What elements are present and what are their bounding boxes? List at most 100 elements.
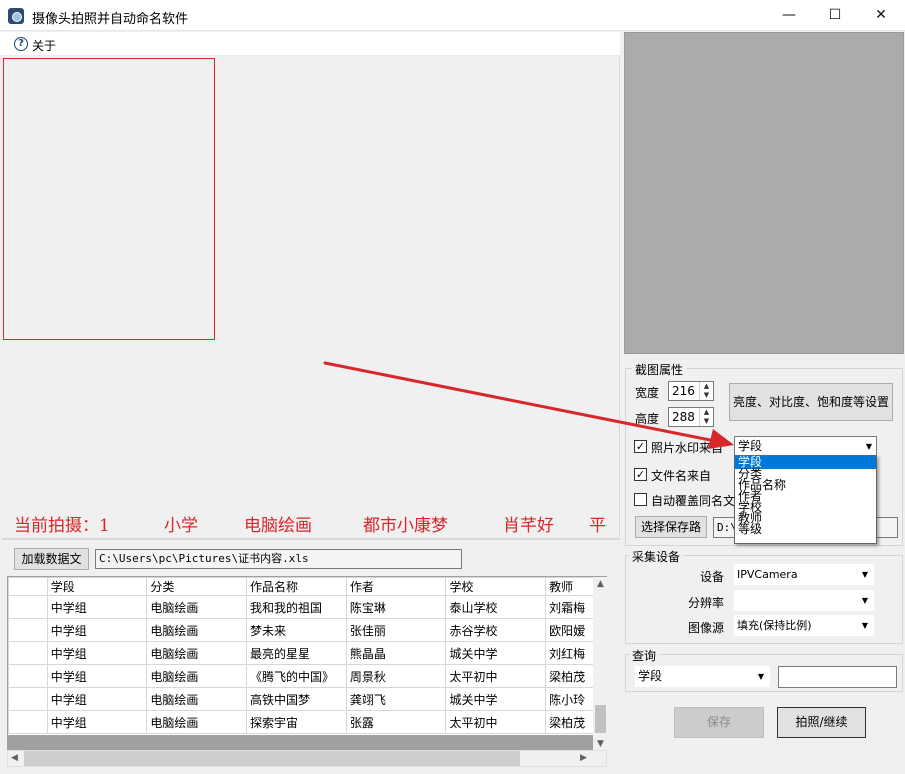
crop-selection-rect[interactable]: [3, 58, 215, 340]
column-header[interactable]: 分类: [146, 577, 247, 596]
scroll-right-arrow-icon[interactable]: ▶: [580, 753, 587, 763]
table-cell[interactable]: 最亮的星星: [245, 641, 347, 665]
table-cell[interactable]: 赤谷学校: [445, 618, 547, 642]
chevron-down-icon[interactable]: ▼: [862, 590, 868, 611]
table-cell[interactable]: 周景秋: [345, 664, 447, 688]
table-cell[interactable]: 陈宝琳: [345, 595, 447, 619]
row-header[interactable]: [8, 687, 48, 711]
chevron-down-icon[interactable]: ▼: [866, 437, 872, 456]
table-cell[interactable]: 我和我的祖国: [245, 595, 347, 619]
arrow-shaft: [323, 361, 717, 443]
table-cell[interactable]: 电脑绘画: [146, 595, 247, 619]
table-row[interactable]: 中学组 电脑绘画 最亮的星星 熊晶晶 城关中学 刘红梅: [8, 641, 606, 665]
image-source-select[interactable]: 填充(保持比例) ▼: [734, 615, 874, 636]
table-cell[interactable]: 太平初中: [445, 710, 547, 734]
watermark-source-dropdown[interactable]: 学段 分类 作品名称 作者 学校 教师 等级: [734, 455, 877, 544]
watermark-source-value: 学段: [738, 439, 763, 453]
table-cell[interactable]: 中学组: [46, 641, 148, 665]
query-text-input[interactable]: [778, 666, 897, 688]
watermark-source-select[interactable]: 学段 ▼: [734, 436, 877, 457]
filename-label: 文件名来自: [651, 469, 712, 483]
query-title: 查询: [629, 647, 660, 664]
load-data-button[interactable]: 加载数据文: [14, 548, 89, 570]
status-stage: 小学: [164, 516, 198, 535]
status-author: 肖芊好: [503, 516, 554, 535]
table-cell[interactable]: 《腾飞的中国》: [245, 664, 347, 688]
menu-about[interactable]: 关于: [32, 37, 56, 54]
device-select[interactable]: IPVCamera ▼: [734, 564, 874, 585]
table-cell[interactable]: 太平初中: [445, 664, 547, 688]
table-row[interactable]: 中学组 电脑绘画 我和我的祖国 陈宝琳 泰山学校 刘霜梅: [8, 595, 606, 619]
data-file-path-input[interactable]: C:\Users\pc\Pictures\证书内容.xls: [95, 549, 462, 569]
save-button[interactable]: 保存: [674, 707, 764, 738]
camera-app-icon: [8, 8, 24, 24]
horizontal-scroll-thumb[interactable]: [24, 751, 520, 766]
current-capture-status: 当前拍摄：1 小学 电脑绘画 都市小康梦 肖芊好 平: [14, 511, 620, 535]
chevron-down-icon[interactable]: ▼: [862, 615, 868, 636]
table-cell[interactable]: 城关中学: [445, 641, 547, 665]
choose-save-dir-button[interactable]: 选择保存路: [635, 516, 707, 538]
column-header[interactable]: 作品名称: [245, 577, 347, 596]
row-header[interactable]: [8, 595, 48, 619]
image-adjust-button[interactable]: 亮度、对比度、饱和度等设置: [729, 383, 893, 421]
scroll-down-arrow-icon[interactable]: ▼: [597, 739, 604, 749]
minimize-button[interactable]: —: [766, 0, 812, 31]
data-table: 学段 分类 作品名称 作者 学校 教师 中学组 电脑绘画 我和我的祖国 陈宝琳 …: [7, 576, 607, 752]
window-title: 摄像头拍照并自动命名软件: [32, 12, 189, 27]
maximize-button[interactable]: ☐: [812, 0, 858, 31]
shoot-continue-button[interactable]: 拍照/继续: [777, 707, 866, 738]
row-header-corner: [8, 577, 48, 596]
table-cell[interactable]: 熊晶晶: [345, 641, 447, 665]
table-cell[interactable]: 张露: [345, 710, 447, 734]
table-cell[interactable]: 中学组: [46, 710, 148, 734]
status-work-title: 都市小康梦: [363, 516, 448, 535]
overwrite-label: 自动覆盖同名文: [651, 494, 736, 508]
column-header[interactable]: 学段: [46, 577, 148, 596]
table-cell[interactable]: 电脑绘画: [146, 641, 247, 665]
table-cell[interactable]: 张佳丽: [345, 618, 447, 642]
table-cell[interactable]: 电脑绘画: [146, 618, 247, 642]
table-cell[interactable]: 梦未来: [245, 618, 347, 642]
filename-checkbox[interactable]: ✓: [634, 468, 647, 481]
table-cell[interactable]: 电脑绘画: [146, 687, 247, 711]
query-field-select[interactable]: 学段 ▼: [635, 666, 770, 687]
chevron-down-icon[interactable]: ▼: [862, 564, 868, 585]
table-cell[interactable]: 电脑绘画: [146, 710, 247, 734]
help-icon[interactable]: ?: [14, 37, 28, 51]
table-row[interactable]: 中学组 电脑绘画 高铁中国梦 龚翊飞 城关中学 陈小玲: [8, 687, 606, 711]
table-row[interactable]: 中学组 电脑绘画 《腾飞的中国》 周景秋 太平初中 梁柏茂: [8, 664, 606, 688]
device-label: 设备: [700, 570, 725, 584]
capture-device-title: 采集设备: [629, 548, 684, 565]
table-cell[interactable]: 电脑绘画: [146, 664, 247, 688]
status-school: 平: [589, 516, 606, 535]
table-cell[interactable]: 中学组: [46, 595, 148, 619]
splitter[interactable]: [2, 538, 620, 540]
dropdown-option[interactable]: 等级: [735, 523, 876, 535]
row-header[interactable]: [8, 664, 48, 688]
table-cell[interactable]: 高铁中国梦: [245, 687, 347, 711]
table-row[interactable]: 中学组 电脑绘画 梦未来 张佳丽 赤谷学校 欧阳嫒: [8, 618, 606, 642]
close-button[interactable]: ✕: [858, 0, 904, 31]
scroll-left-arrow-icon[interactable]: ◀: [11, 753, 18, 763]
table-row[interactable]: 中学组 电脑绘画 探索宇宙 张露 太平初中 梁柏茂: [8, 710, 606, 734]
row-header[interactable]: [8, 618, 48, 642]
table-cell[interactable]: 中学组: [46, 618, 148, 642]
arrow-head: [708, 429, 734, 449]
overwrite-checkbox[interactable]: [634, 493, 647, 506]
column-header[interactable]: 作者: [345, 577, 447, 596]
table-cell[interactable]: 探索宇宙: [245, 710, 347, 734]
vertical-scroll-thumb[interactable]: [595, 705, 606, 733]
scroll-up-arrow-icon[interactable]: ▲: [597, 579, 604, 589]
status-category: 电脑绘画: [244, 516, 312, 535]
table-cell[interactable]: 泰山学校: [445, 595, 547, 619]
column-header[interactable]: 学校: [445, 577, 547, 596]
table-cell[interactable]: 龚翊飞: [345, 687, 447, 711]
resolution-select[interactable]: ▼: [734, 590, 874, 611]
table-cell[interactable]: 城关中学: [445, 687, 547, 711]
chevron-down-icon[interactable]: ▼: [758, 666, 764, 687]
row-header[interactable]: [8, 641, 48, 665]
device-value: IPVCamera: [737, 568, 798, 581]
table-cell[interactable]: 中学组: [46, 687, 148, 711]
row-header[interactable]: [8, 710, 48, 734]
table-cell[interactable]: 中学组: [46, 664, 148, 688]
